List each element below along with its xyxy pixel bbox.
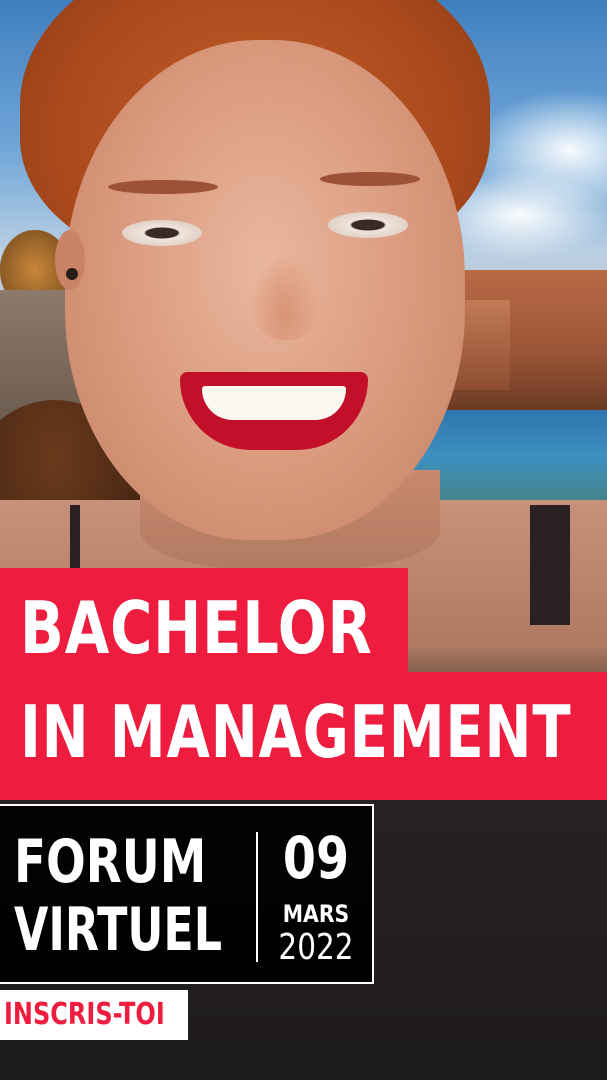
ear xyxy=(55,230,85,290)
right-eye xyxy=(328,212,408,238)
event-date-day: 09 xyxy=(282,824,350,892)
headline-line-1: BACHELOR xyxy=(20,586,373,670)
top-strap xyxy=(530,505,570,625)
event-date-year: 2022 xyxy=(278,927,354,968)
right-eyebrow xyxy=(320,172,420,186)
event-title-line-1: FORUM xyxy=(14,827,207,897)
event-date-month: MARS xyxy=(282,900,350,928)
teeth xyxy=(202,386,346,420)
register-button[interactable]: INSCRIS-TOI xyxy=(0,990,188,1040)
register-button-label: INSCRIS-TOI xyxy=(4,997,165,1032)
nose xyxy=(250,250,320,340)
left-eye xyxy=(122,220,202,246)
event-divider xyxy=(256,832,258,962)
earring xyxy=(66,268,78,280)
headline-line-2: IN MANAGEMENT xyxy=(20,690,572,774)
buildings xyxy=(440,270,607,410)
event-title-line-2: VIRTUEL xyxy=(14,895,223,965)
left-eyebrow xyxy=(108,180,218,194)
